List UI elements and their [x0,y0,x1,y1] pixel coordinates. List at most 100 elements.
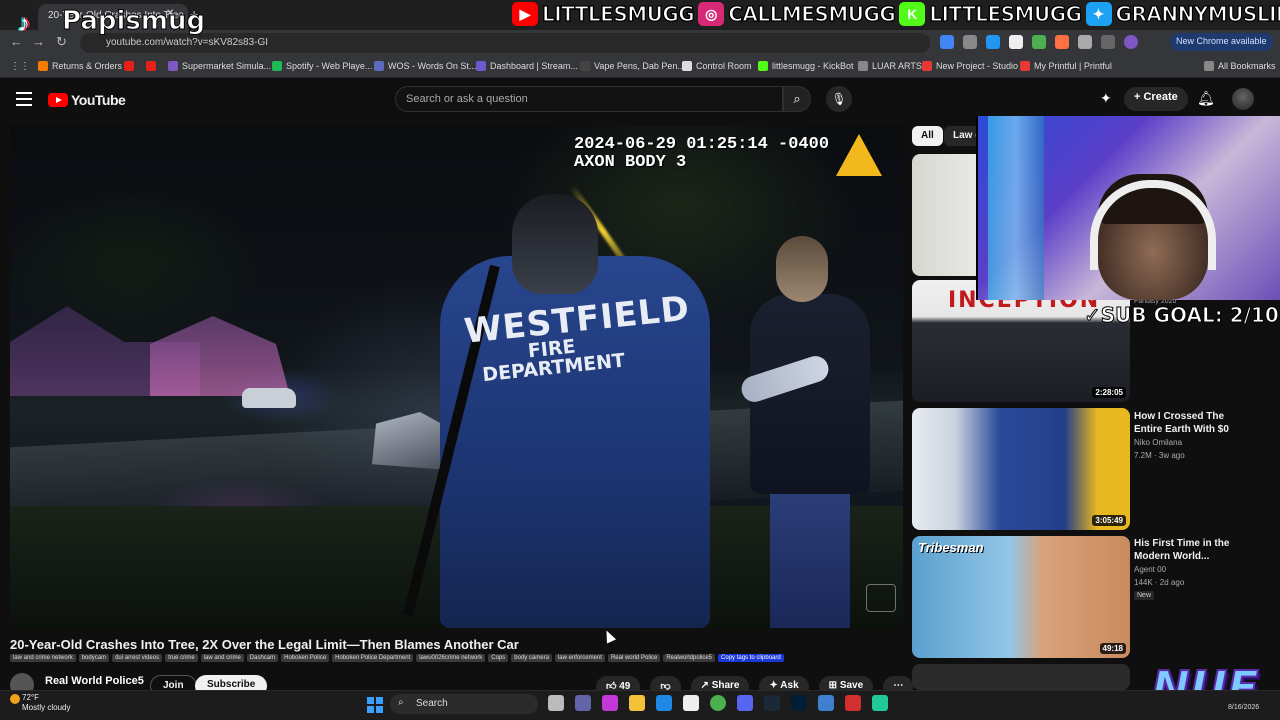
instagram-icon: ◎ [698,2,725,26]
notepad-icon[interactable] [818,695,834,711]
extension-icons [940,35,1138,49]
bookmark-item[interactable]: New Project - Studio [922,61,1018,71]
bookmark-item[interactable]: Spotify - Web Playe... [272,61,372,71]
video-tag[interactable]: bodycam [78,654,110,662]
video-tag[interactable]: true crime [165,654,198,662]
bookmark-item[interactable]: WOS - Words On St... [374,61,476,71]
bookmark-item[interactable] [124,61,138,71]
teams-icon[interactable] [575,695,591,711]
channel-watermark[interactable] [866,584,896,612]
recommendation-thumbnail[interactable]: 3:05:49 [912,408,1130,530]
discord-icon[interactable] [737,695,753,711]
app-icon[interactable] [872,695,888,711]
create-button[interactable]: + Create [1124,87,1188,111]
video-tag[interactable]: Cops [488,654,509,662]
driver-head [776,236,828,302]
profile-icon[interactable] [1124,35,1138,49]
recommendation-channel[interactable]: Agent 00 [1134,565,1166,574]
extension-icon[interactable] [1032,35,1046,49]
social-handle: LITTLESMUGG [541,1,695,26]
social-handle: GRANNYMUSLIM [1115,1,1280,26]
weather-widget[interactable]: 72°F Mostly cloudy [22,693,70,713]
video-title: 20-Year-Old Crashes Into Tree, 2X Over t… [10,637,519,652]
bookmark-icon [858,61,868,71]
task-view-icon[interactable] [548,695,564,711]
twitter-icon: ✦ [1085,2,1112,26]
bookmark-item[interactable]: littlesmugg - KickBot [758,61,854,71]
acrobat-icon[interactable] [845,695,861,711]
video-tag[interactable]: body camera [511,654,552,662]
recommendation-title[interactable]: How I Crossed The Entire Earth With $0 [1134,410,1254,436]
taskbar-search[interactable]: Search [390,694,538,714]
video-tag[interactable]: Realworldpolice5 [663,654,716,662]
bookmark-item[interactable]: LUAR ARTS [858,61,922,71]
edge-icon[interactable] [656,695,672,711]
new-chrome-available-button[interactable]: New Chrome available [1170,33,1273,51]
recommendation-thumbnail[interactable]: Tribesman 49:18 [912,536,1130,658]
address-bar[interactable]: youtube.com/watch?v=sKV82s83-GI [80,33,930,53]
bookmark-item[interactable]: Control Room [682,61,752,71]
copy-tags-button[interactable]: Copy tags to clipboard [718,654,784,662]
forward-icon[interactable]: → [32,34,45,49]
microphone-icon[interactable]: 🎙 [826,86,852,112]
folder-icon [1204,61,1214,71]
video-tag[interactable]: Hoboken Police Department [332,654,414,662]
photoshop-icon[interactable] [791,695,807,711]
extension-icon[interactable] [1055,35,1069,49]
menu-icon[interactable] [1101,35,1115,49]
hamburger-menu-icon[interactable] [16,92,32,106]
video-tag[interactable]: Real world Police [607,654,661,662]
new-badge: New [1134,591,1155,600]
bookmark-icon [758,61,768,71]
video-tag[interactable]: dui arrest videos [112,654,163,662]
search-icon[interactable]: ⌕ [783,86,811,112]
chrome-icon[interactable] [710,695,726,711]
bookmark-item[interactable]: My Printful | Printful [1020,61,1112,71]
all-bookmarks[interactable]: All Bookmarks [1204,61,1276,71]
extension-icon[interactable] [963,35,977,49]
video-tag[interactable]: lawu0026crime network [416,654,486,662]
store-icon[interactable] [683,695,699,711]
recommendation-thumbnail[interactable] [912,664,1130,690]
youtube-icon: ▶ [512,2,538,26]
channel-name[interactable]: Real World Police5 [45,675,144,687]
bookmark-icon [476,61,486,71]
avatar[interactable] [1232,88,1254,110]
youtube-logo[interactable]: YouTube [48,92,126,108]
bookmark-item[interactable]: Supermarket Simula... [168,61,271,71]
recommendation-channel[interactable]: Niko Omilana [1134,438,1182,447]
video-tag[interactable]: Dashcam [246,654,279,662]
bookmark-item[interactable]: Vape Pens, Dab Pen... [580,61,685,71]
windows-start-icon[interactable] [367,697,383,713]
bookmark-icon [374,61,384,71]
video-tag[interactable]: law and crime [200,654,244,662]
copilot-icon[interactable] [602,695,618,711]
apps-icon[interactable]: ⋮⋮ [10,61,30,72]
notifications-bell-icon[interactable]: 🔔︎ [1197,90,1215,107]
puzzle-icon[interactable] [1078,35,1092,49]
video-tag[interactable]: law and crime network [10,654,76,662]
video-firefighter: WESTFIELD FIRE DEPARTMENT [403,166,720,628]
extension-icon[interactable] [986,35,1000,49]
file-explorer-icon[interactable] [629,695,645,711]
video-driver [738,236,870,628]
chip-all[interactable]: All [912,126,943,146]
youtube-play-icon [48,93,68,107]
social-handle: CALLMESMUGG [728,1,897,26]
tiktok-icon: ♪ [18,10,30,37]
video-tag[interactable]: Hoboken Police [281,654,330,662]
reload-icon[interactable]: ↻ [56,34,67,50]
bookmark-item[interactable]: Returns & Orders [38,61,122,71]
video-tag[interactable]: law enforcement [554,654,605,662]
bookmark-item[interactable] [146,61,160,71]
steam-icon[interactable] [764,695,780,711]
video-player[interactable]: WESTFIELD FIRE DEPARTMENT 2024-06-29 01:… [10,126,903,628]
extension-icon[interactable] [1009,35,1023,49]
streamer-webcam [976,116,1280,300]
extension-icon[interactable] [940,35,954,49]
search-input[interactable]: Search or ask a question [395,86,783,112]
chat-icon[interactable]: ✦ [1100,90,1112,107]
recommendation-title[interactable]: His First Time in the Modern World... [1134,537,1254,563]
taskbar-date: 8/16/2026 [1228,704,1260,711]
bookmark-item[interactable]: Dashboard | Stream... [476,61,578,71]
